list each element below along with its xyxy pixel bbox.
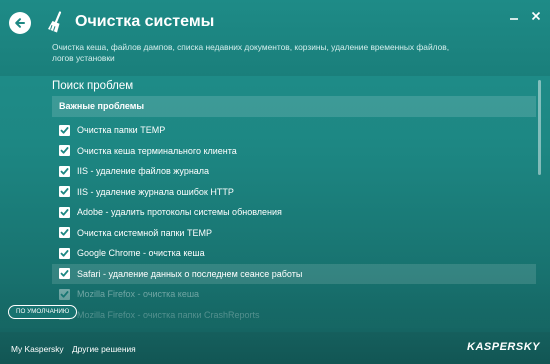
scrollbar[interactable] xyxy=(538,80,541,175)
item-label: Safari - удаление данных о последнем сеа… xyxy=(77,268,303,279)
item-label: Mozilla Firefox - очистка кеша xyxy=(77,289,200,300)
list-item[interactable]: IIS - удаление журнала ошибок HTTP xyxy=(52,182,536,203)
item-checkbox[interactable] xyxy=(59,227,70,239)
checkmark-icon xyxy=(60,188,69,195)
checkmark-icon xyxy=(60,249,69,257)
item-checkbox[interactable] xyxy=(59,288,70,300)
arrow-left-icon xyxy=(15,18,25,28)
list-item[interactable]: Google Chrome - очистка кеша xyxy=(52,243,536,264)
list-item[interactable]: Mozilla Firefox - очистка кеша xyxy=(52,284,536,305)
kaspersky-logo: KASPERSKY xyxy=(467,341,540,353)
list-item[interactable]: Очистка системной папки TEMP xyxy=(52,223,536,244)
footer: My Kaspersky Другие решения KASPERSKY xyxy=(0,332,550,364)
header: Очистка системы Очистка кеша, файлов дам… xyxy=(0,0,550,76)
minimize-icon[interactable] xyxy=(508,10,520,22)
checkmark-icon xyxy=(60,270,69,277)
item-label: Очистка папки TEMP xyxy=(77,125,166,136)
item-checkbox[interactable] xyxy=(59,124,70,136)
item-checkbox[interactable] xyxy=(59,186,70,198)
list-item[interactable]: Очистка кеша терминального клиента xyxy=(52,141,536,162)
window-controls xyxy=(508,10,542,22)
checkmark-icon xyxy=(60,229,69,236)
checkmark-icon xyxy=(60,208,69,216)
page-description: Очистка кеша, файлов дампов, списка неда… xyxy=(52,42,450,63)
back-button[interactable] xyxy=(9,12,31,34)
checkmark-icon xyxy=(60,147,69,154)
items-container: Очистка папки TEMP Очистка кеша терминаль… xyxy=(52,120,536,325)
broom-icon xyxy=(48,11,62,33)
item-checkbox[interactable] xyxy=(59,206,70,218)
list-item[interactable]: IIS - удаление файлов журнала xyxy=(52,161,536,182)
item-label: Adobe - удалить протоколы системы обновл… xyxy=(77,207,282,218)
item-label: Очистка системной папки TEMP xyxy=(77,227,212,238)
item-label: IIS - удаление файлов журнала xyxy=(77,166,210,177)
item-label: Mozilla Firefox - очистка папки CrashRep… xyxy=(77,309,260,320)
default-button[interactable]: ПО УМОЛЧАНИЮ xyxy=(8,305,78,319)
close-icon[interactable] xyxy=(530,10,542,22)
group-header: Важные проблемы xyxy=(52,96,536,117)
item-checkbox[interactable] xyxy=(59,268,70,280)
app-window: Очистка системы Очистка кеша, файлов дам… xyxy=(0,0,550,364)
other-solutions-link[interactable]: Другие решения xyxy=(72,344,136,354)
list-item[interactable]: Очистка папки TEMP xyxy=(52,120,536,141)
problems-list: Важные проблемы Очистка папки TEMP Очистк… xyxy=(52,96,536,328)
my-kaspersky-link[interactable]: My Kaspersky xyxy=(11,344,64,354)
item-checkbox[interactable] xyxy=(59,247,70,259)
list-item[interactable]: Mozilla Firefox - очистка папки CrashRep… xyxy=(52,305,536,326)
item-label: Очистка кеша терминального клиента xyxy=(77,145,237,156)
list-item[interactable]: Safari - удаление данных о последнем сеа… xyxy=(52,263,536,284)
item-checkbox[interactable] xyxy=(59,165,70,177)
page-title: Очистка системы xyxy=(75,13,215,30)
checkmark-icon xyxy=(60,126,69,134)
section-title: Поиск проблем xyxy=(52,80,134,92)
item-checkbox[interactable] xyxy=(59,145,70,157)
checkmark-icon xyxy=(60,167,69,175)
item-label: Google Chrome - очистка кеша xyxy=(77,248,205,259)
item-label: IIS - удаление журнала ошибок HTTP xyxy=(77,186,234,197)
checkmark-icon xyxy=(60,290,69,298)
list-item[interactable]: Adobe - удалить протоколы системы обновл… xyxy=(52,202,536,223)
